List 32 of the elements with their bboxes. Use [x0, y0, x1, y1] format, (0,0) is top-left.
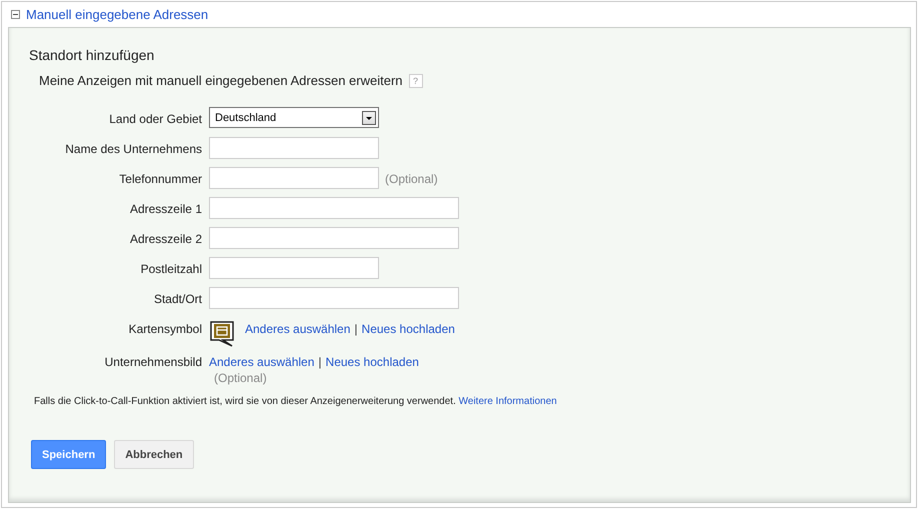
link[interactable]: Neues hochladen — [326, 355, 419, 370]
field-label: Name des Unternehmens — [64, 141, 202, 157]
cancel-button[interactable]: Abbrechen — [114, 440, 194, 469]
link[interactable]: Anderes auswählen — [245, 322, 350, 337]
optional-note: (Optional) — [213, 370, 268, 385]
text-field[interactable] — [209, 227, 459, 249]
text-field[interactable] — [209, 197, 459, 219]
field-label: Unternehmensbild — [104, 354, 202, 370]
field-label: Stadt/Ort — [152, 291, 202, 307]
field-label: Adresszeile 1 — [128, 201, 202, 217]
section-title-link[interactable]: Manuell eingegebene Adressen — [26, 6, 208, 22]
field-label: Land oder Gebiet — [108, 111, 202, 127]
text-field[interactable] — [209, 167, 379, 189]
field-label: Telefonnummer — [118, 171, 202, 187]
text-field[interactable] — [209, 257, 379, 279]
country-select[interactable]: Deutschland — [209, 107, 379, 128]
separator: | — [354, 322, 358, 337]
text-field[interactable] — [209, 137, 379, 159]
link[interactable]: Neues hochladen — [362, 322, 455, 337]
optional-note: (Optional) — [385, 171, 438, 186]
text-field[interactable] — [209, 287, 459, 309]
more-info-link[interactable]: Weitere Informationen — [458, 396, 557, 407]
field-label: Postleitzahl — [140, 261, 202, 277]
footnote: Falls die Click-to-Call-Funktion aktiviert ist, wird sie von dieser Anzeigenerweiterung verwendet. Weitere Informationen — [34, 396, 558, 407]
link[interactable]: Anderes auswählen — [209, 355, 314, 370]
form-heading: Standort hinzufügen — [29, 47, 156, 63]
field-label: Adresszeile 2 — [128, 231, 202, 247]
collapse-icon[interactable] — [11, 10, 20, 18]
save-button[interactable]: Speichern — [31, 440, 106, 469]
subtitle: Meine Anzeigen mit manuell eingegebenen Adressen erweitern — [39, 73, 403, 88]
field-label: Kartensymbol — [128, 321, 202, 337]
separator: | — [318, 355, 322, 370]
